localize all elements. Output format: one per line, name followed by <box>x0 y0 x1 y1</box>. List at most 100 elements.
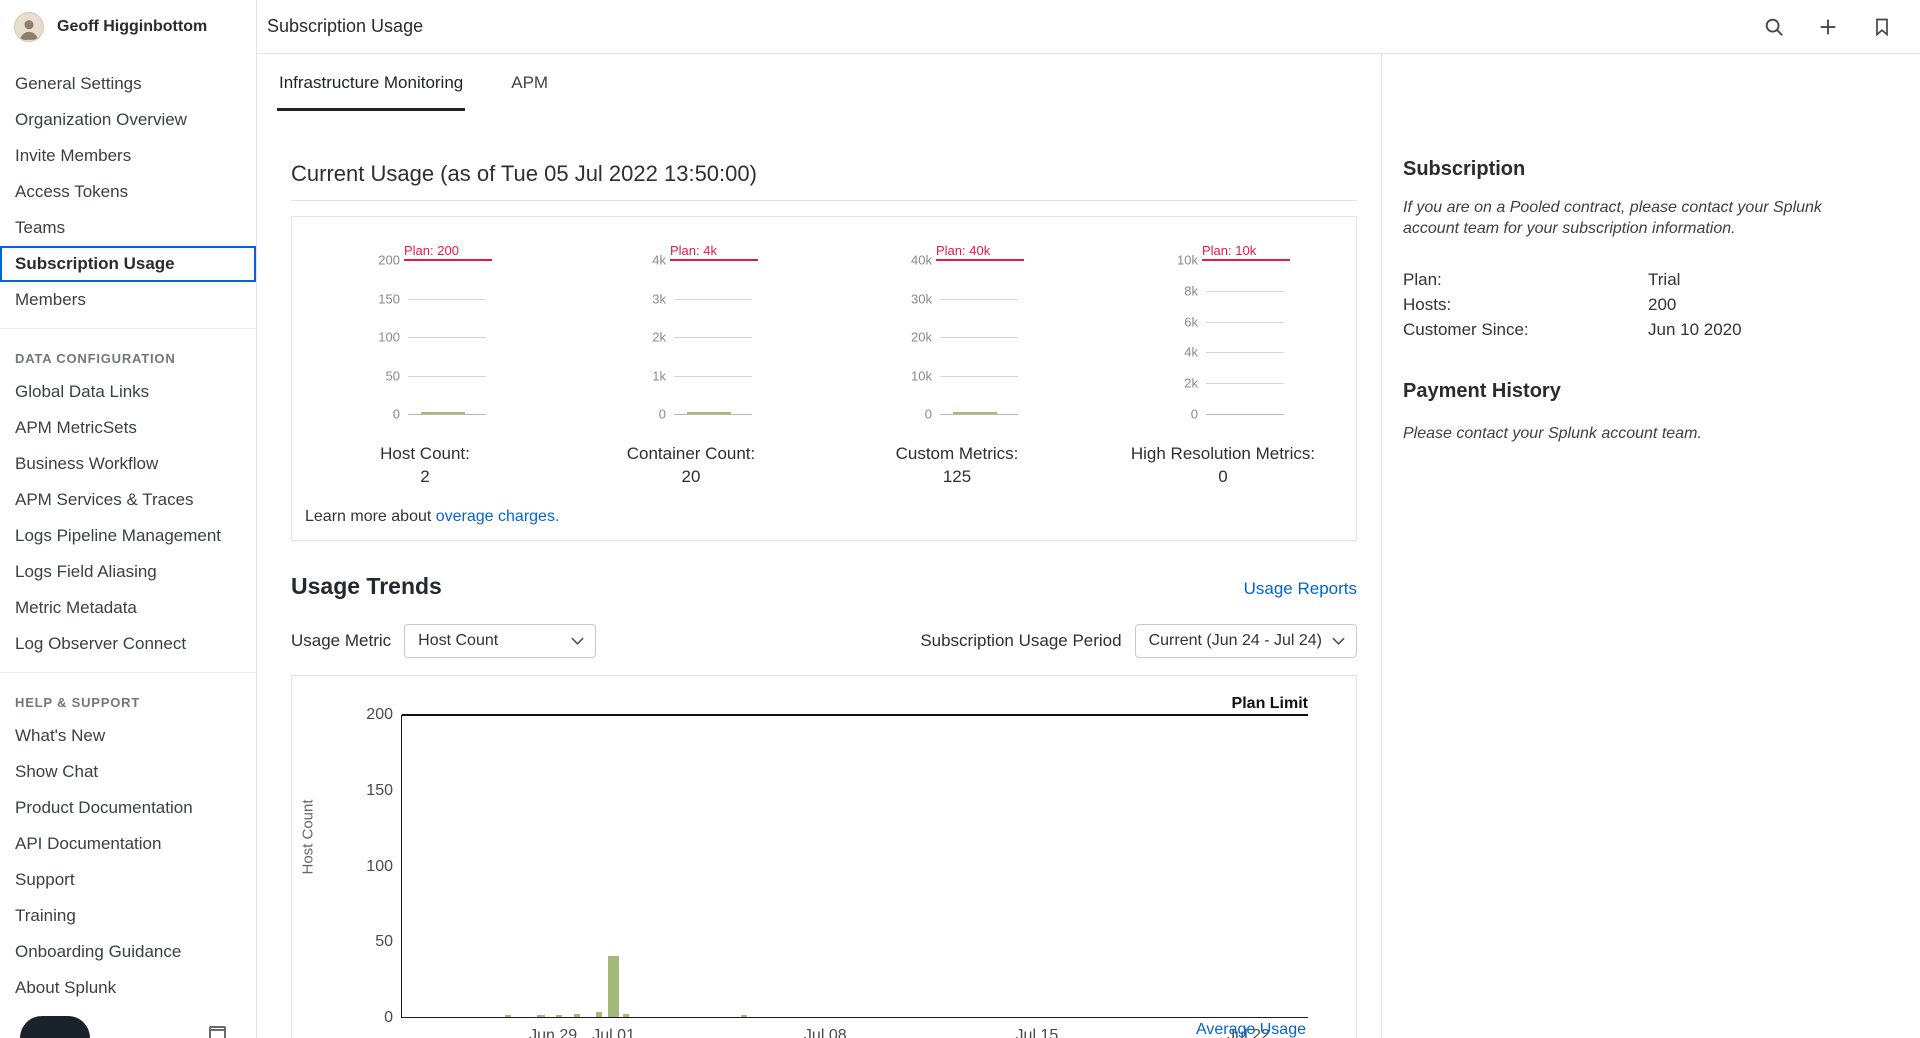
window-icon[interactable] <box>209 1026 226 1038</box>
sidebar-item-members[interactable]: Members <box>0 282 256 318</box>
gauge-row: 200150100500Plan: 200Host Count:24k3k2k1… <box>292 260 1356 488</box>
usage-bar <box>505 1015 511 1017</box>
sidebar-item-logs-field-aliasing[interactable]: Logs Field Aliasing <box>0 554 256 590</box>
user-row[interactable]: Geoff Higginbottom <box>0 0 256 54</box>
tab-infrastructure-monitoring[interactable]: Infrastructure Monitoring <box>277 54 465 111</box>
gauge-plot: Plan: 40k <box>940 260 1018 414</box>
row-label: Plan: <box>1403 267 1648 292</box>
sidebar-item-about-splunk[interactable]: About Splunk <box>0 970 256 1006</box>
user-name: Geoff Higginbottom <box>57 18 207 36</box>
average-usage-legend[interactable]: Average Usage <box>1196 1021 1306 1038</box>
sidebar-item-teams[interactable]: Teams <box>0 210 256 246</box>
gauge-value: 125 <box>943 465 971 488</box>
sidebar-item-log-observer-connect[interactable]: Log Observer Connect <box>0 626 256 662</box>
row-value: 200 <box>1648 292 1676 317</box>
gauge-tick-label: 40k <box>911 253 932 268</box>
gauge-value: 20 <box>682 465 701 488</box>
gauge-gridline <box>940 376 1018 377</box>
cut-off-button[interactable] <box>20 1016 90 1038</box>
usage-period-label: Subscription Usage Period <box>920 631 1121 651</box>
row-value: Trial <box>1648 267 1680 292</box>
sidebar-item-access-tokens[interactable]: Access Tokens <box>0 174 256 210</box>
sidebar-item-training[interactable]: Training <box>0 898 256 934</box>
sidebar-item-support[interactable]: Support <box>0 862 256 898</box>
usage-metric-select[interactable]: Host Count <box>404 624 596 658</box>
usage-trend-chart-card: Host Count Plan Limit 050100150200Jun 29… <box>291 675 1357 1038</box>
gauge-tick-label: 50 <box>386 368 400 383</box>
person-icon <box>16 15 42 41</box>
gauge-gridline <box>408 376 486 377</box>
gauge-high-resolution-metrics: 10k8k6k4k2k0Plan: 10kHigh Resolution Met… <box>1090 260 1356 488</box>
sidebar-item-global-data-links[interactable]: Global Data Links <box>0 374 256 410</box>
bookmark-icon[interactable] <box>1870 15 1894 39</box>
sidebar-item-logs-pipeline-management[interactable]: Logs Pipeline Management <box>0 518 256 554</box>
sidebar-item-onboarding-guidance[interactable]: Onboarding Guidance <box>0 934 256 970</box>
sidebar-divider <box>0 328 256 329</box>
sidebar-item-metric-metadata[interactable]: Metric Metadata <box>0 590 256 626</box>
sidebar-item-subscription-usage[interactable]: Subscription Usage <box>0 246 256 282</box>
usage-reports-link[interactable]: Usage Reports <box>1244 579 1357 599</box>
usage-period-value: Current (Jun 24 - Jul 24) <box>1149 632 1322 650</box>
app-root: Geoff Higginbottom General SettingsOrgan… <box>0 0 1920 1038</box>
gauge-gridline <box>674 414 752 415</box>
sidebar-item-api-documentation[interactable]: API Documentation <box>0 826 256 862</box>
search-icon[interactable] <box>1762 15 1786 39</box>
learn-more-text: Learn more about overage charges. <box>305 508 1356 526</box>
gauge-tick-label: 200 <box>378 253 400 268</box>
gauge-name: Host Count: <box>380 442 470 465</box>
tab-apm[interactable]: APM <box>509 54 550 111</box>
current-usage-heading: Current Usage (as of Tue 05 Jul 2022 13:… <box>291 161 1357 187</box>
usage-bar <box>596 1012 602 1017</box>
sidebar-item-organization-overview[interactable]: Organization Overview <box>0 102 256 138</box>
y-tick-label: 200 <box>366 706 393 724</box>
sidebar-item-show-chat[interactable]: Show Chat <box>0 754 256 790</box>
usage-bar <box>623 1014 629 1017</box>
add-icon[interactable] <box>1816 15 1840 39</box>
gauge-tick-labels: 200150100500 <box>364 260 408 414</box>
sidebar-item-business-workflow[interactable]: Business Workflow <box>0 446 256 482</box>
gauge-gridline <box>408 414 486 415</box>
row-value: Jun 10 2020 <box>1648 317 1742 342</box>
usage-metric-value: Host Count <box>418 632 498 650</box>
settings-sidebar: Geoff Higginbottom General SettingsOrgan… <box>0 0 257 1038</box>
gauge-tick-label: 2k <box>652 330 666 345</box>
gauge-tick-labels: 10k8k6k4k2k0 <box>1162 260 1206 414</box>
sidebar-item-invite-members[interactable]: Invite Members <box>0 138 256 174</box>
usage-period-select[interactable]: Current (Jun 24 - Jul 24) <box>1135 624 1357 658</box>
gauge-tick-label: 100 <box>378 330 400 345</box>
gauge-gridline <box>408 337 486 338</box>
gauge-tick-label: 0 <box>1191 407 1198 422</box>
gauge-tick-label: 0 <box>925 407 932 422</box>
gauge-value: 2 <box>420 465 429 488</box>
usage-metric-label: Usage Metric <box>291 631 391 651</box>
overage-charges-link[interactable]: overage charges. <box>436 508 560 525</box>
learn-more-prefix: Learn more about <box>305 508 436 525</box>
x-tick-label: Jul 08 <box>804 1027 847 1038</box>
gauge-gridline <box>674 299 752 300</box>
chevron-down-icon <box>571 637 584 646</box>
sidebar-item-general-settings[interactable]: General Settings <box>0 66 256 102</box>
gauge-tick-labels: 4k3k2k1k0 <box>630 260 674 414</box>
body-row: Infrastructure Monitoring APM Current Usa… <box>257 54 1920 1038</box>
usage-bar <box>537 1015 545 1017</box>
plan-label: Plan: 10k <box>1202 243 1256 258</box>
sidebar-item-product-documentation[interactable]: Product Documentation <box>0 790 256 826</box>
page-title: Subscription Usage <box>267 16 423 37</box>
gauge-tick-label: 10k <box>1177 253 1198 268</box>
chevron-down-icon <box>1332 637 1345 646</box>
y-tick-label: 50 <box>375 933 393 951</box>
usage-metric-group: Usage Metric Host Count <box>291 624 596 658</box>
gauge-tick-label: 0 <box>659 407 666 422</box>
gauge-tick-label: 150 <box>378 291 400 306</box>
plan-line <box>670 259 758 261</box>
trend-plot: Plan Limit 050100150200Jun 29Jul 01Jul 0… <box>401 715 1308 1018</box>
gauge-gridline <box>1206 383 1284 384</box>
y-axis-title: Host Count <box>300 799 317 874</box>
topbar: Subscription Usage <box>257 0 1920 54</box>
sidebar-item-apm-services-traces[interactable]: APM Services & Traces <box>0 482 256 518</box>
gauge-tick-labels: 40k30k20k10k0 <box>896 260 940 414</box>
sidebar-item-apm-metricsets[interactable]: APM MetricSets <box>0 410 256 446</box>
gauge-gridline <box>1206 352 1284 353</box>
plan-line <box>404 259 492 261</box>
sidebar-item-what-s-new[interactable]: What's New <box>0 718 256 754</box>
